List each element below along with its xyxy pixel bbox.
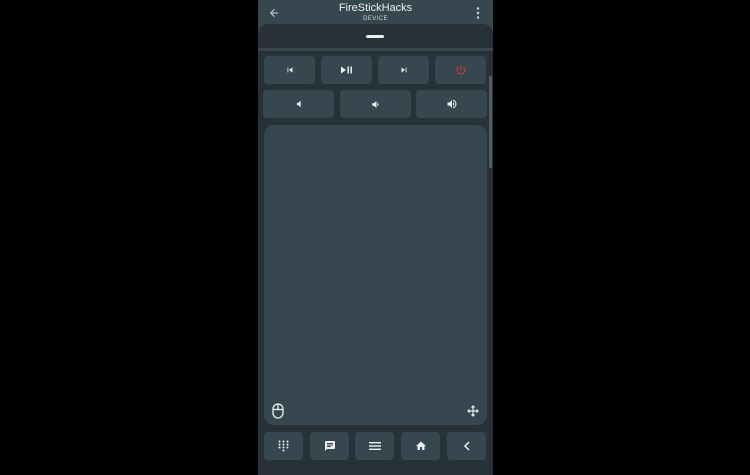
message-icon xyxy=(324,441,335,451)
home-icon xyxy=(415,441,426,450)
previous-button[interactable] xyxy=(264,56,315,84)
play-pause-button[interactable] xyxy=(321,56,372,84)
remote-sheet xyxy=(258,24,493,475)
app-title: FireStickHacks xyxy=(338,2,413,14)
volume-up-button[interactable] xyxy=(416,90,487,118)
home-button[interactable] xyxy=(401,432,440,460)
volume-mute-icon xyxy=(296,100,301,108)
sheet-divider xyxy=(258,48,493,51)
back-nav-button[interactable] xyxy=(447,432,486,460)
app-subtitle: DEVICE xyxy=(363,16,388,22)
more-options-button[interactable] xyxy=(473,6,483,20)
keypad-button[interactable] xyxy=(264,432,303,460)
play-pause-icon xyxy=(340,66,352,74)
touchpad[interactable] xyxy=(264,125,487,425)
back-button[interactable] xyxy=(266,5,282,21)
more-vertical-icon xyxy=(476,7,480,19)
dialpad-icon xyxy=(278,440,289,452)
app-bar: FireStickHacks DEVICE xyxy=(258,0,493,26)
volume-down-button[interactable] xyxy=(340,90,411,118)
arrow-left-icon xyxy=(270,9,278,17)
keyboard-button[interactable] xyxy=(310,432,349,460)
next-button[interactable] xyxy=(378,56,429,84)
scrollbar[interactable] xyxy=(489,76,492,168)
power-icon xyxy=(456,65,465,75)
skip-previous-icon xyxy=(287,67,292,73)
skip-next-icon xyxy=(401,67,406,73)
menu-icon xyxy=(368,442,381,450)
dpad-move-icon[interactable] xyxy=(466,404,480,418)
drag-handle[interactable] xyxy=(366,35,384,38)
mouse-icon[interactable] xyxy=(272,403,284,419)
chevron-left-icon xyxy=(463,441,470,451)
menu-button[interactable] xyxy=(355,432,394,460)
phone-screen: FireStickHacks DEVICE xyxy=(258,0,493,475)
power-button[interactable] xyxy=(435,56,486,84)
volume-up-icon xyxy=(447,99,456,109)
app-bar-titles: FireStickHacks DEVICE xyxy=(298,1,453,23)
volume-down-icon xyxy=(372,100,379,108)
mute-button[interactable] xyxy=(263,90,334,118)
